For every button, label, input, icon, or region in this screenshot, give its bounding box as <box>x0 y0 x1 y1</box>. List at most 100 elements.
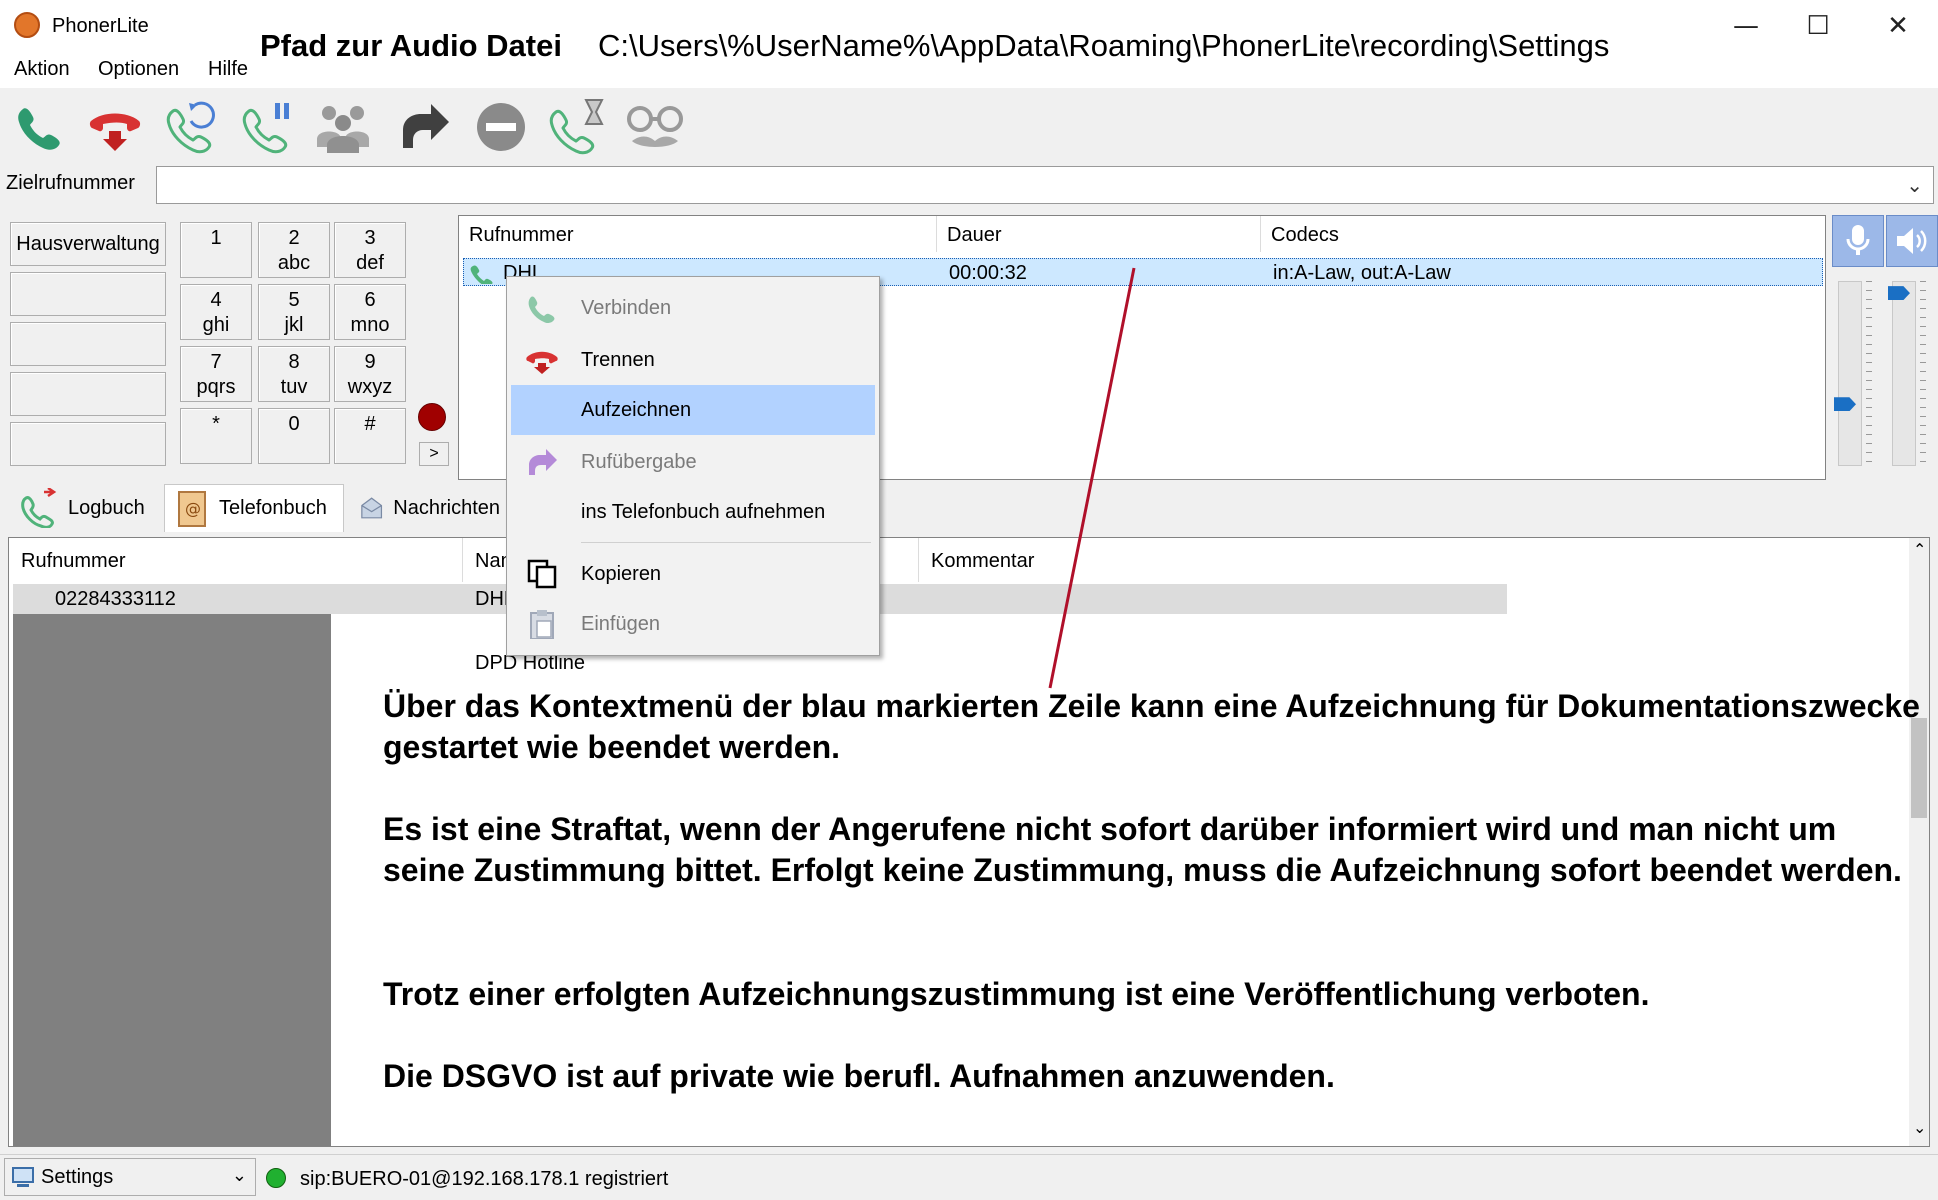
speeddial-hausverwaltung[interactable]: Hausverwaltung <box>10 222 166 266</box>
svg-text:@: @ <box>185 499 201 518</box>
menu-item-verbinden[interactable]: Verbinden <box>511 283 875 333</box>
record-indicator-icon[interactable] <box>418 403 446 431</box>
menu-optionen[interactable]: Optionen <box>98 58 179 81</box>
menu-hilfe[interactable]: Hilfe <box>208 58 248 81</box>
tab-logbuch[interactable]: Logbuch <box>8 484 156 532</box>
logbook-icon <box>21 488 57 528</box>
annotation-note-2: Es ist eine Straftat, wenn der Angerufen… <box>383 811 1902 888</box>
key-2[interactable]: 2 abc <box>258 222 330 278</box>
profile-value: Settings <box>41 1165 114 1188</box>
speeddial-2[interactable] <box>10 272 166 316</box>
speaker-volume-slider[interactable] <box>1892 281 1916 466</box>
menu-item-trennen[interactable]: Trennen <box>511 335 875 385</box>
maximize-button[interactable]: ☐ <box>1778 0 1858 52</box>
menu-item-kopieren[interactable]: Kopieren <box>511 549 875 599</box>
mic-volume-slider[interactable] <box>1838 281 1862 466</box>
menu-item-label: ins Telefonbuch aufnehmen <box>581 500 826 523</box>
tab-nachrichten-label: Nachrichten <box>393 496 500 519</box>
menu-aktion[interactable]: Aktion <box>14 58 70 81</box>
speeddial-3[interactable] <box>10 322 166 366</box>
menu-item-label: Verbinden <box>581 296 672 319</box>
paste-icon <box>530 610 554 639</box>
key-7[interactable]: 7 pqrs <box>180 346 252 402</box>
menu-item-aufzeichnen[interactable]: Aufzeichnen <box>511 385 875 435</box>
status-bar <box>0 1154 1938 1200</box>
tab-nachrichten[interactable]: Nachrichten <box>350 484 510 532</box>
callwaiting-icon[interactable] <box>546 96 608 158</box>
microphone-icon[interactable] <box>1832 215 1884 267</box>
column-header-kommentar[interactable]: Kommentar <box>919 538 1509 582</box>
volume-panel <box>1830 215 1938 480</box>
annotation-note-4: Die DSGVO ist auf private wie berufl. Au… <box>383 1058 1335 1094</box>
key-4[interactable]: 4 ghi <box>180 284 252 340</box>
conference-icon[interactable] <box>312 96 374 158</box>
annotation-note-3: Trotz einer erfolgten Aufzeichnungszusti… <box>383 976 1650 1012</box>
copy-icon <box>527 559 557 589</box>
hangup-icon[interactable] <box>84 96 146 158</box>
menu-item-label: Aufzeichnen <box>581 398 692 421</box>
chevron-down-icon[interactable]: ⌄ <box>1906 173 1923 198</box>
menu-item-einfuegen[interactable]: Einfügen <box>511 599 875 649</box>
target-number-label: Zielrufnummer <box>6 172 135 194</box>
close-button[interactable]: ✕ <box>1858 0 1938 52</box>
mic-volume-ticks <box>1866 281 1872 466</box>
hold-icon[interactable] <box>236 96 298 158</box>
menu-item-label: Kopieren <box>581 562 662 585</box>
key-3[interactable]: 3 def <box>334 222 406 278</box>
app-logo-icon <box>14 12 40 38</box>
phonebook-icon: @ <box>178 490 206 527</box>
call-duration: 00:00:32 <box>949 262 1027 284</box>
tab-telefonbuch-label: Telefonbuch <box>219 497 327 519</box>
speeddial-4[interactable] <box>10 372 166 416</box>
column-header-dauer[interactable]: Dauer <box>937 216 1261 252</box>
transfer-icon <box>529 449 557 475</box>
speaker-icon[interactable] <box>1886 215 1938 267</box>
menu-item-label: Einfügen <box>581 612 660 635</box>
registration-status-icon <box>266 1168 286 1188</box>
speeddial-5[interactable] <box>10 422 166 466</box>
phonebook-number: 02284333112 <box>55 588 176 610</box>
computer-icon <box>12 1167 34 1187</box>
callback-icon[interactable] <box>160 96 222 158</box>
window-title: PhonerLite <box>52 15 149 37</box>
key-star[interactable]: * <box>180 408 252 464</box>
call-active-icon <box>470 265 493 284</box>
messages-icon <box>361 497 383 519</box>
annotation-path-value: C:\Users\%UserName%\AppData\Roaming\Phon… <box>598 28 1610 63</box>
more-button[interactable]: > <box>419 442 449 466</box>
menu-item-label: Trennen <box>581 348 655 371</box>
column-header-rufnummer[interactable]: Rufnummer <box>459 216 937 252</box>
profile-select[interactable]: Settings ⌄ <box>4 1158 256 1196</box>
speaker-volume-ticks <box>1920 281 1926 466</box>
phone-icon <box>528 296 555 323</box>
scroll-up-icon[interactable]: ⌃ <box>1913 540 1926 560</box>
key-0[interactable]: 0 <box>258 408 330 464</box>
call-codecs: in:A-Law, out:A-Law <box>1273 262 1451 284</box>
dnd-icon[interactable] <box>470 96 532 158</box>
menu-item-label: Rufübergabe <box>581 450 697 473</box>
registration-status: sip:BUERO-01@192.168.178.1 registriert <box>300 1168 669 1190</box>
annotation-path-label: Pfad zur Audio Datei <box>260 28 562 63</box>
menu-item-ins-telefonbuch[interactable]: ins Telefonbuch aufnehmen <box>511 487 875 537</box>
phonebook-empty-area <box>13 614 331 1146</box>
transfer-icon[interactable] <box>392 96 454 158</box>
chevron-down-icon[interactable]: ⌄ <box>232 1165 247 1186</box>
key-5[interactable]: 5 jkl <box>258 284 330 340</box>
dial-icon[interactable] <box>8 96 70 158</box>
phonerlite-window: PhonerLite — ☐ ✕ Aktion Optionen Hilfe P… <box>0 0 1938 1200</box>
key-6[interactable]: 6 mno <box>334 284 406 340</box>
minimize-button[interactable]: — <box>1706 0 1786 52</box>
key-1[interactable]: 1 <box>180 222 252 278</box>
column-header-codecs[interactable]: Codecs <box>1261 216 1825 252</box>
anonymous-icon[interactable] <box>624 96 686 158</box>
scroll-down-icon[interactable]: ⌄ <box>1913 1118 1926 1138</box>
key-9[interactable]: 9 wxyz <box>334 346 406 402</box>
key-hash[interactable]: # <box>334 408 406 464</box>
target-number-input[interactable]: ⌄ <box>156 166 1934 204</box>
column-header-rufnummer[interactable]: Rufnummer <box>9 538 463 582</box>
menu-item-rufuebergabe[interactable]: Rufübergabe <box>511 437 875 487</box>
key-8[interactable]: 8 tuv <box>258 346 330 402</box>
tab-telefonbuch[interactable]: @ Telefonbuch <box>164 484 344 532</box>
annotation-note-1: Über das Kontextmenü der blau markierten… <box>383 688 1920 765</box>
hangup-icon <box>526 351 558 374</box>
